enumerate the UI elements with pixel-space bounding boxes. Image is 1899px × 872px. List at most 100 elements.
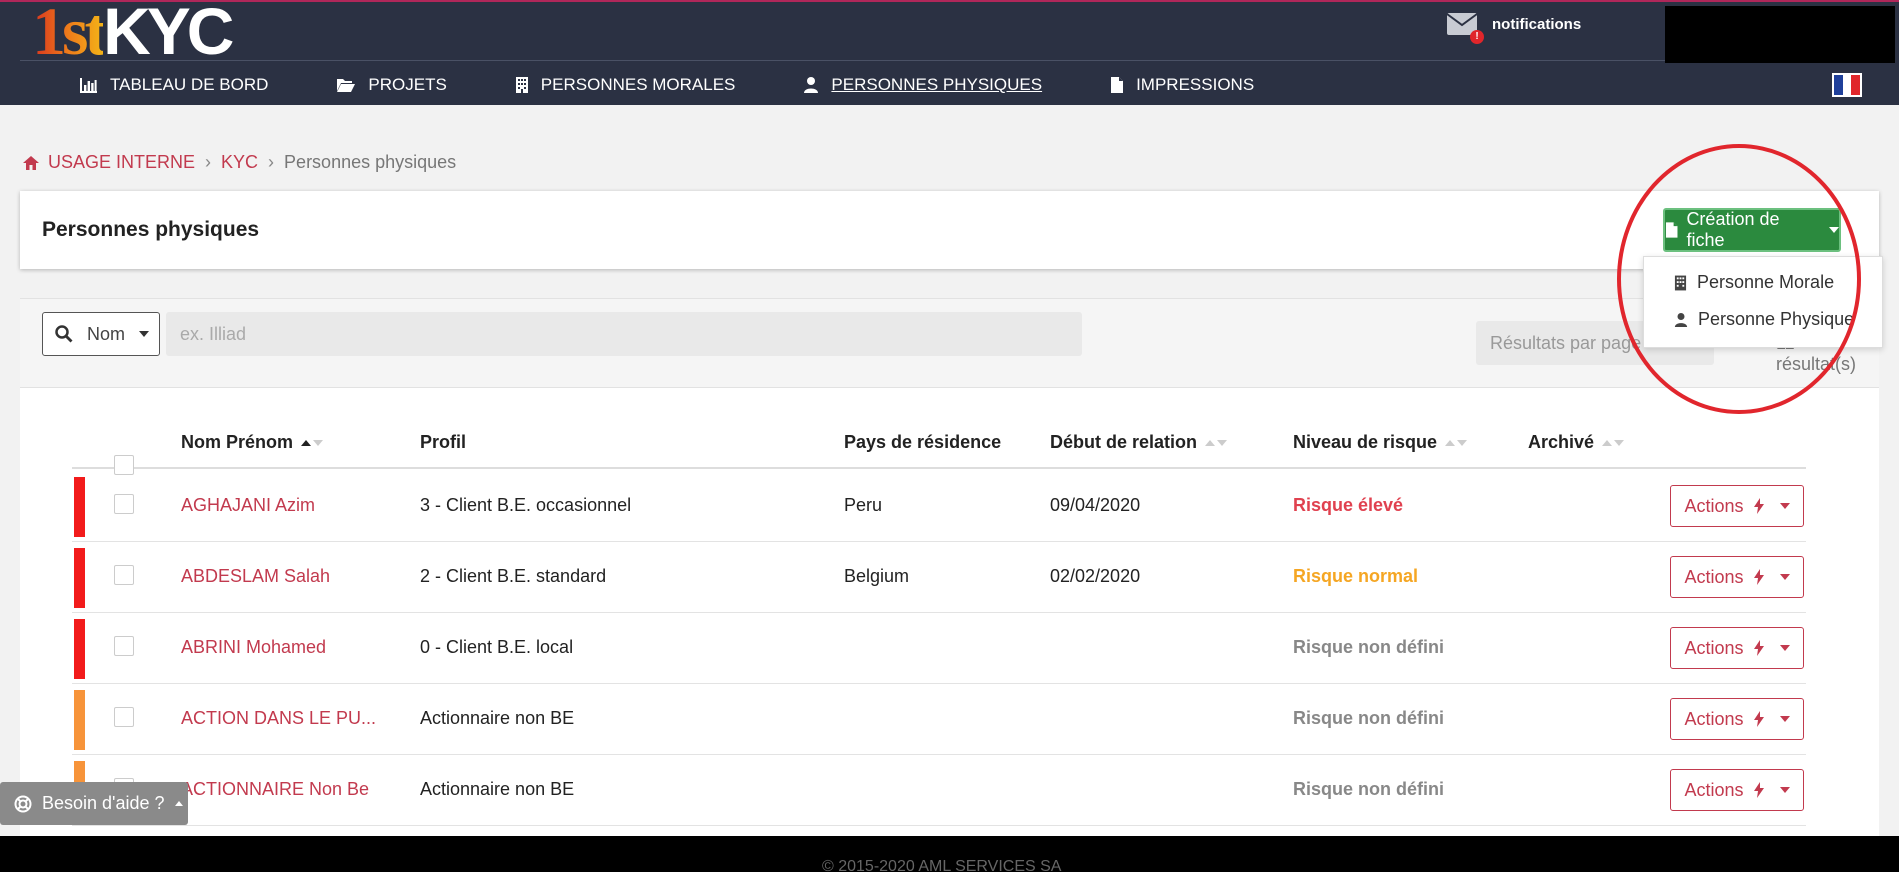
chevron-down-icon: [139, 331, 150, 337]
nav-label: PERSONNES PHYSIQUES: [831, 75, 1043, 94]
sort-icon: [1205, 439, 1228, 446]
nav-label: PERSONNES MORALES: [540, 75, 736, 94]
table-row[interactable]: ABDESLAM Salah 2 - Client B.E. standard Be…: [72, 542, 1806, 613]
breadcrumb: USAGE INTERNE › KYC › Personnes physique…: [22, 152, 456, 173]
chevron-down-icon: [1779, 716, 1790, 722]
breadcrumb-current: Personnes physiques: [284, 152, 457, 172]
column-name[interactable]: Nom Prénom: [181, 432, 324, 453]
bolt-icon: [1753, 498, 1764, 514]
column-start-label: Début de relation: [1050, 432, 1198, 452]
person-name-link[interactable]: ACTION DANS LE PU...: [181, 708, 376, 729]
help-button[interactable]: Besoin d'aide ?: [0, 782, 188, 825]
title-panel: Personnes physiques Création de fiche: [20, 191, 1879, 269]
sort-icon: [301, 439, 324, 446]
row-checkbox[interactable]: [114, 494, 134, 514]
table-row[interactable]: AGHAJANI Azim 3 - Client B.E. occasionnel…: [72, 471, 1806, 542]
person-name-link[interactable]: ABRINI Mohamed: [181, 637, 326, 658]
actions-button[interactable]: Actions: [1670, 769, 1804, 811]
breadcrumb-separator: ›: [205, 152, 212, 172]
language-flag[interactable]: [1832, 73, 1862, 97]
flag-stripe-red: [1851, 75, 1861, 95]
breadcrumb-home[interactable]: USAGE INTERNE: [48, 152, 195, 173]
create-record-label: Création de fiche: [1686, 209, 1780, 250]
actions-button[interactable]: Actions: [1670, 627, 1804, 669]
actions-label: Actions: [1684, 495, 1744, 516]
file-icon: [1665, 222, 1678, 238]
nav-tableau-de-bord[interactable]: TABLEAU DE BORD: [80, 72, 268, 98]
person-name-link[interactable]: ABDESLAM Salah: [181, 566, 330, 587]
user-area[interactable]: [1665, 6, 1895, 63]
actions-label: Actions: [1684, 779, 1744, 800]
person-name-link[interactable]: AGHAJANI Azim: [181, 495, 315, 516]
column-archived-label: Archivé: [1528, 432, 1595, 452]
building-icon: [515, 77, 528, 93]
notifications-label: notifications: [1492, 15, 1582, 33]
table-header: Nom Prénom Profil Pays de résidence Débu…: [72, 412, 1806, 475]
bolt-icon: [1753, 782, 1764, 798]
nav-personnes-morales[interactable]: PERSONNES MORALES: [515, 72, 736, 98]
user-icon: [1674, 312, 1688, 327]
search-field-select[interactable]: Nom: [42, 312, 160, 356]
menu-item-label: Personne Physique: [1698, 309, 1855, 329]
column-archived[interactable]: Archivé: [1528, 432, 1625, 453]
risk-level-cell: Risque élevé: [1293, 495, 1404, 515]
profile-cell: 3 - Client B.E. occasionnel: [420, 495, 632, 515]
actions-button[interactable]: Actions: [1670, 556, 1804, 598]
flag-stripe-white: [1842, 75, 1852, 95]
nav-label: PROJETS: [368, 75, 447, 94]
folder-open-icon: [337, 79, 356, 92]
nav-projets[interactable]: PROJETS: [336, 72, 447, 98]
actions-label: Actions: [1684, 708, 1744, 729]
table-row[interactable]: ABRINI Mohamed 0 - Client B.E. local Risqu…: [72, 613, 1806, 684]
person-name-link[interactable]: ACTIONNAIRE Non Be: [181, 779, 369, 800]
search-field-value: Nom: [87, 323, 126, 344]
profile-cell: 0 - Client B.E. local: [420, 637, 574, 657]
breadcrumb-separator: ›: [268, 152, 275, 172]
actions-button[interactable]: Actions: [1670, 485, 1804, 527]
sort-icon: [1445, 439, 1468, 446]
nav-impressions[interactable]: IMPRESSIONS: [1110, 72, 1254, 98]
create-record-menu: Personne Morale Personne Physique: [1643, 256, 1883, 348]
risk-level-cell: Risque non défini: [1293, 708, 1444, 728]
user-icon: [804, 77, 819, 93]
column-profile: Profil: [420, 432, 466, 453]
row-checkbox[interactable]: [114, 636, 134, 656]
column-country-label: Pays de résidence: [844, 432, 1002, 452]
risk-indicator-bar: [74, 619, 85, 679]
menu-item-personne-morale[interactable]: Personne Morale: [1674, 272, 1834, 293]
bolt-icon: [1753, 711, 1764, 727]
logo-first: 1st: [32, 0, 107, 69]
chevron-down-icon: [1779, 503, 1790, 509]
actions-button[interactable]: Actions: [1670, 698, 1804, 740]
menu-item-personne-physique[interactable]: Personne Physique: [1674, 309, 1854, 330]
profile-cell: Actionnaire non BE: [420, 708, 575, 728]
chevron-down-icon: [1779, 787, 1790, 793]
chevron-down-icon: [1779, 574, 1790, 580]
column-start[interactable]: Début de relation: [1050, 432, 1228, 453]
bolt-icon: [1753, 569, 1764, 585]
breadcrumb-kyc[interactable]: KYC: [221, 152, 258, 173]
main-nav: TABLEAU DE BORD PROJETS PERSONNES MORALE…: [80, 72, 1322, 98]
search-input[interactable]: [166, 312, 1082, 356]
table-row[interactable]: ACTION DANS LE PU... Actionnaire non BE Ri…: [72, 684, 1806, 755]
chevron-up-icon: [174, 801, 183, 806]
risk-level-cell: Risque non défini: [1293, 637, 1444, 657]
nav-personnes-physiques[interactable]: PERSONNES PHYSIQUES: [803, 72, 1042, 98]
row-checkbox[interactable]: [114, 565, 134, 585]
start-date-cell: 09/04/2020: [1050, 495, 1141, 515]
footer: © 2015-2020 AML SERVICES SA: [0, 836, 1899, 872]
header-divider: [20, 60, 1665, 61]
risk-indicator-bar: [74, 548, 85, 608]
logo-second: KYC: [103, 0, 234, 68]
profile-cell: Actionnaire non BE: [420, 779, 575, 799]
column-risk[interactable]: Niveau de risque: [1293, 432, 1468, 453]
table-row[interactable]: ACTIONNAIRE Non Be Actionnaire non BE Risq…: [72, 755, 1806, 826]
notifications-button[interactable]: ! notifications: [1446, 12, 1582, 44]
risk-level-cell: Risque non défini: [1293, 779, 1444, 799]
risk-indicator-bar: [74, 690, 85, 750]
create-record-button[interactable]: Création de fiche: [1663, 208, 1841, 252]
country-cell: Peru: [844, 495, 883, 515]
logo[interactable]: 1st KYC: [32, 0, 234, 69]
row-checkbox[interactable]: [114, 707, 134, 727]
home-icon[interactable]: [22, 155, 40, 171]
